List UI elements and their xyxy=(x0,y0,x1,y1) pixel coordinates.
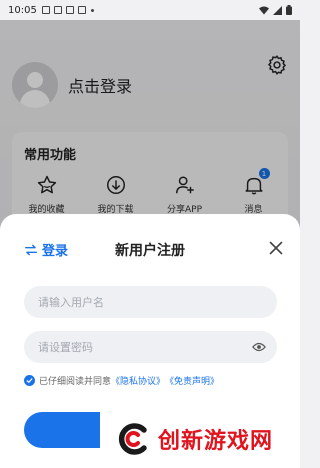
check-icon xyxy=(26,378,33,384)
status-right xyxy=(259,5,292,15)
notification-icon xyxy=(41,6,50,14)
privacy-link[interactable]: 《隐私协议》 xyxy=(111,374,165,387)
notification-icon xyxy=(77,6,86,14)
battery-icon xyxy=(286,5,292,15)
signal-icon xyxy=(273,5,282,15)
status-time: 10:05 xyxy=(8,4,37,16)
status-dot xyxy=(90,8,94,12)
watermark-text: 创新游戏网 xyxy=(158,429,274,454)
username-input[interactable] xyxy=(24,286,277,318)
status-bar: 10:05 xyxy=(0,0,300,20)
sheet-header: 登录 新用户注册 xyxy=(0,238,300,262)
agree-checkbox[interactable] xyxy=(24,375,35,386)
notification-icon xyxy=(53,6,62,14)
close-icon[interactable] xyxy=(268,240,284,256)
agree-text: 已仔细阅读并同意 xyxy=(39,377,112,387)
wifi-icon xyxy=(259,6,269,14)
password-input[interactable] xyxy=(24,331,277,363)
notification-icon xyxy=(65,6,74,14)
notification-icons xyxy=(41,6,86,14)
sheet-title: 新用户注册 xyxy=(115,243,185,259)
agreement-row: 已仔细阅读并同意 《隐私协议》 《免责声明》 xyxy=(24,374,219,387)
disclaimer-link[interactable]: 《免责声明》 xyxy=(165,374,219,387)
c-logo-icon xyxy=(118,423,147,455)
eye-icon[interactable] xyxy=(252,341,266,353)
watermark: 创新游戏网 xyxy=(100,410,300,468)
